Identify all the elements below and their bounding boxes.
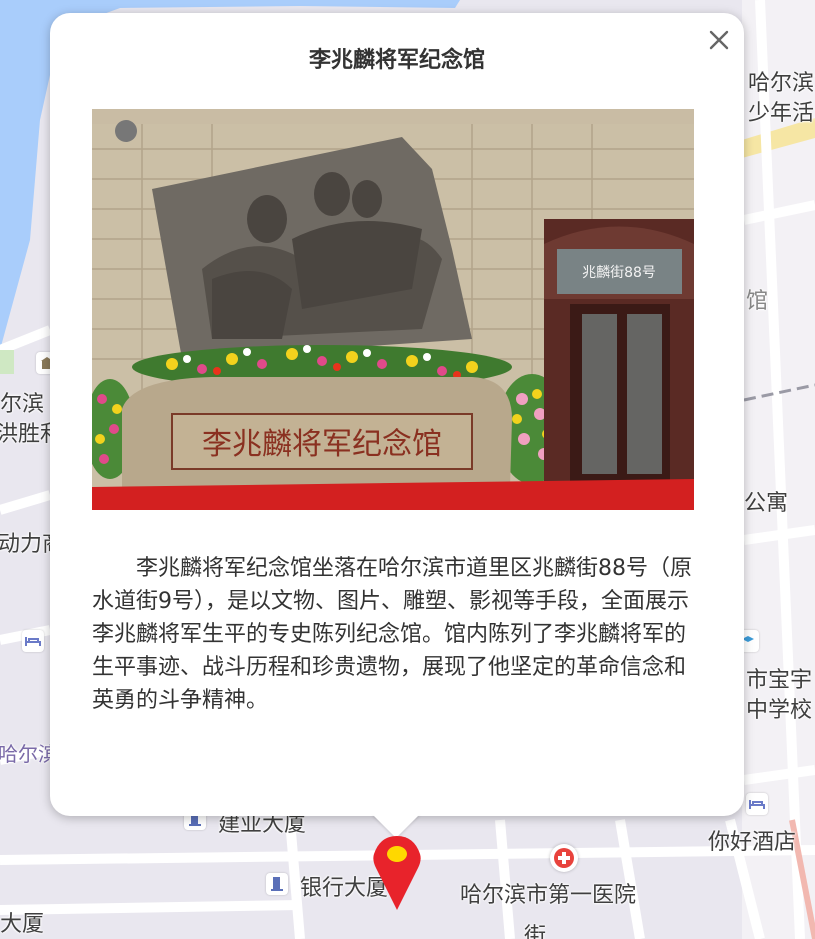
hotel-icon[interactable]: [746, 793, 768, 815]
close-button[interactable]: [704, 25, 734, 55]
map-label-baoyu: 市宝宇: [746, 668, 813, 693]
popup-title: 李兆麟将军纪念馆: [308, 48, 485, 73]
map-label-harbin-kids: 哈尔滨市: [748, 71, 815, 96]
map-label-guan: 馆: [746, 289, 769, 314]
map-label-first-hospital: 哈尔滨市第一医院: [460, 883, 637, 908]
map-label-nihao-hotel: 你好酒店: [708, 830, 797, 855]
location-marker[interactable]: [372, 834, 422, 912]
map-pin-icon[interactable]: [372, 834, 422, 912]
map-label-baoyu-2: 中学校: [746, 698, 813, 723]
map-label-harbin-left: 尔滨: [0, 392, 45, 417]
memorial-photo: 李兆麟将军纪念馆 兆麟街88号: [92, 109, 694, 510]
popup-description: 李兆麟将军纪念馆坐落在哈尔滨市道里区兆麟街88号（原水道街9号），是以文物、图片…: [92, 556, 692, 713]
map-label-dasha: 大厦: [0, 912, 45, 937]
map-label-apartment: 公寓: [744, 491, 789, 516]
building-icon[interactable]: [266, 873, 288, 895]
map-label-harbin-kids-2: 少年活动: [748, 101, 815, 126]
hotel-icon[interactable]: [22, 630, 44, 652]
info-window: 李兆麟将军纪念馆 李兆麟将军纪念馆 兆麟街88号 李兆麟将军纪念馆坐落在哈尔滨市…: [50, 13, 744, 816]
door-sign: 兆麟街88号: [582, 265, 656, 281]
map-label-jie: 街: [524, 924, 547, 939]
hospital-icon[interactable]: [550, 844, 578, 872]
stone-inscription: 李兆麟将军纪念馆: [202, 427, 442, 462]
close-icon[interactable]: [708, 29, 730, 51]
